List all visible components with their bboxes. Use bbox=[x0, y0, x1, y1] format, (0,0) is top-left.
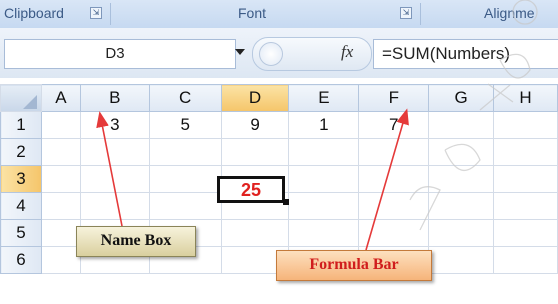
row-header-2[interactable]: 2 bbox=[0, 138, 42, 166]
cell[interactable] bbox=[288, 165, 360, 193]
cell[interactable] bbox=[358, 192, 430, 220]
cell[interactable] bbox=[288, 138, 360, 166]
column-header-g[interactable]: G bbox=[428, 84, 495, 112]
ribbon-group-labels: Clipboard ⇲ Font ⇲ Alignme bbox=[0, 0, 558, 29]
column-header-e[interactable]: E bbox=[288, 84, 360, 112]
row-header-5[interactable]: 5 bbox=[0, 219, 42, 247]
column-header-b[interactable]: B bbox=[79, 84, 150, 112]
cell-h1[interactable] bbox=[493, 111, 558, 139]
cell[interactable] bbox=[220, 138, 290, 166]
cell[interactable] bbox=[428, 219, 495, 247]
group-separator bbox=[110, 3, 111, 25]
group-separator bbox=[420, 3, 421, 25]
cell[interactable] bbox=[40, 192, 81, 220]
cell[interactable] bbox=[40, 138, 81, 166]
cell[interactable] bbox=[428, 138, 495, 166]
cell[interactable] bbox=[40, 246, 81, 274]
row-header-3[interactable]: 3 bbox=[0, 165, 42, 193]
row-header-1[interactable]: 1 bbox=[0, 111, 42, 139]
cell[interactable] bbox=[428, 192, 495, 220]
cell[interactable] bbox=[358, 219, 430, 247]
formula-text: =SUM(Numbers) bbox=[382, 44, 510, 63]
formula-bar-controls: fx bbox=[252, 37, 372, 71]
cell[interactable] bbox=[220, 219, 290, 247]
cell[interactable] bbox=[40, 165, 81, 193]
name-box-dropdown-icon[interactable] bbox=[234, 45, 246, 59]
active-cell-d3[interactable]: 25 bbox=[217, 176, 285, 203]
select-all-corner[interactable] bbox=[0, 84, 42, 112]
cell[interactable] bbox=[148, 138, 222, 166]
cell[interactable] bbox=[493, 219, 558, 247]
formula-bar: D3 fx =SUM(Numbers) bbox=[0, 28, 558, 78]
cell-a1[interactable] bbox=[40, 111, 81, 139]
name-box[interactable]: D3 bbox=[4, 39, 236, 69]
cell-d1[interactable]: 9 bbox=[220, 111, 290, 139]
cell[interactable] bbox=[79, 165, 150, 193]
cell-b1[interactable]: 3 bbox=[79, 111, 150, 139]
cell[interactable] bbox=[493, 246, 558, 274]
cell[interactable] bbox=[428, 165, 495, 193]
cell[interactable] bbox=[79, 138, 150, 166]
cell[interactable] bbox=[148, 165, 222, 193]
cell-c1[interactable]: 5 bbox=[148, 111, 222, 139]
cell[interactable] bbox=[148, 192, 222, 220]
cell[interactable] bbox=[428, 246, 495, 274]
column-header-a[interactable]: A bbox=[40, 84, 81, 112]
column-header-f[interactable]: F bbox=[358, 84, 430, 112]
formula-input[interactable]: =SUM(Numbers) bbox=[373, 39, 558, 69]
cell[interactable] bbox=[493, 138, 558, 166]
cell-g1[interactable] bbox=[428, 111, 495, 139]
cell-e1[interactable]: 1 bbox=[288, 111, 360, 139]
name-box-callout: Name Box bbox=[76, 226, 196, 257]
cell[interactable] bbox=[79, 192, 150, 220]
row-header-4[interactable]: 4 bbox=[0, 192, 42, 220]
ribbon-group-clipboard-label: Clipboard bbox=[4, 5, 64, 21]
ribbon-group-alignment-label: Alignme bbox=[484, 5, 535, 21]
name-box-value: D3 bbox=[105, 45, 125, 62]
cell[interactable] bbox=[493, 192, 558, 220]
column-header-d[interactable]: D bbox=[220, 84, 290, 112]
cell[interactable] bbox=[358, 165, 430, 193]
cell[interactable] bbox=[288, 192, 360, 220]
fill-handle[interactable] bbox=[283, 199, 289, 205]
column-header-h[interactable]: H bbox=[493, 84, 558, 112]
active-cell-value: 25 bbox=[240, 180, 262, 200]
cell[interactable] bbox=[288, 219, 360, 247]
row-header-6[interactable]: 6 bbox=[0, 246, 42, 274]
column-header-c[interactable]: C bbox=[148, 84, 222, 112]
cancel-enter-circle-icon[interactable] bbox=[259, 42, 283, 66]
cell[interactable] bbox=[40, 219, 81, 247]
cell[interactable] bbox=[493, 165, 558, 193]
cell[interactable] bbox=[358, 138, 430, 166]
ribbon-group-font-label: Font bbox=[238, 5, 267, 21]
cell-f1[interactable]: 7 bbox=[358, 111, 430, 139]
insert-function-icon[interactable]: fx bbox=[341, 42, 353, 62]
font-dialog-launcher-icon[interactable]: ⇲ bbox=[400, 7, 412, 19]
clipboard-dialog-launcher-icon[interactable]: ⇲ bbox=[90, 7, 102, 19]
formula-bar-callout: Formula Bar bbox=[276, 250, 432, 281]
